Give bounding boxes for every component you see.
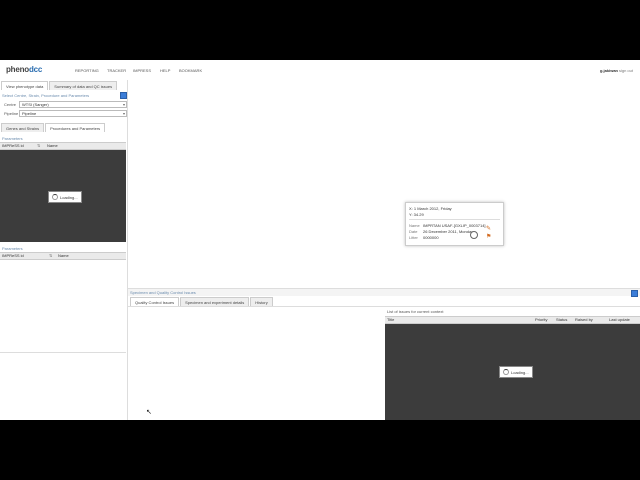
top-navigation-bar: phenodcc REPORTING TRACKER IMPRESS HELP … — [0, 60, 640, 81]
main-tabs: View phenotype data Summary of data and … — [1, 81, 118, 90]
pipeline-select[interactable]: Pipeline ▾ — [19, 110, 127, 117]
popup-x: X: 1 March 2012, Friday — [409, 206, 452, 211]
tab-quality-control-issues[interactable]: Quality Control Issues — [130, 297, 180, 306]
spinner-icon — [503, 369, 509, 375]
sort-icon[interactable]: ⇅ — [37, 143, 40, 149]
popup-litter-label: Litter — [409, 235, 418, 240]
col-impress-id-2[interactable]: IMPReSS id — [2, 253, 24, 259]
chart-area[interactable] — [128, 80, 640, 288]
sub-tabs: Genes and Strains Procedures and Paramet… — [1, 123, 106, 132]
issues-list-panel: List of issues for current context Title… — [385, 308, 640, 420]
tab-view-phenotype-data[interactable]: View phenotype data — [1, 81, 49, 90]
issues-loading-indicator: Loading... — [499, 366, 533, 378]
sort-icon[interactable]: ⇅ — [49, 253, 52, 259]
tab-genes-strains[interactable]: Genes and Strains — [1, 123, 45, 132]
centre-label: Centre — [4, 102, 17, 107]
nav-bookmark[interactable]: BOOKMARK — [179, 68, 202, 73]
parameters-label: Parameters — [2, 136, 23, 141]
app-window: phenodcc REPORTING TRACKER IMPRESS HELP … — [0, 60, 640, 420]
popup-name-value: IMPRTAN USAF-[GXLIP_0003714] — [423, 223, 486, 228]
parameters-grid-body: Loading... — [0, 150, 126, 242]
grid2-header: IMPReSS id ⇅ Name — [0, 252, 126, 260]
popup-name-label: Name — [409, 223, 420, 228]
col-impress-id[interactable]: IMPReSS id — [2, 143, 24, 149]
popup-date-label: Date — [409, 229, 418, 234]
logo-accent-text: dcc — [29, 65, 43, 74]
mouse-cursor-icon: ↖ — [146, 409, 152, 416]
username: g.jakiwan — [599, 68, 618, 73]
popup-date-value: 26 December 2011, Monday — [423, 229, 474, 234]
col-priority[interactable]: Priority — [535, 317, 547, 323]
logo-text: pheno — [6, 65, 29, 74]
left-panel: View phenotype data Summary of data and … — [0, 80, 128, 420]
parameters-grid-header: IMPReSS id ⇅ Name — [0, 142, 126, 150]
grid2-label: Parameters — [2, 246, 23, 251]
flag-icon[interactable]: ⚑ — [486, 233, 491, 240]
filter-section-label: Select Centre, Strain, Procedure and Par… — [2, 93, 90, 98]
tab-history[interactable]: History — [250, 297, 273, 306]
wrench-icon[interactable]: ✎ — [486, 225, 491, 232]
phenodcc-logo[interactable]: phenodcc — [6, 65, 42, 74]
pipeline-label: Pipeline — [4, 111, 19, 116]
issues-grid-header: Title Priority Status Raised by Last upd… — [385, 316, 640, 324]
chevron-down-icon: ▾ — [122, 111, 125, 116]
tab-summary-qc[interactable]: Summary of data and QC issues — [49, 81, 118, 90]
nav-impress[interactable]: IMPRESS — [133, 68, 151, 73]
issues-list-title: List of issues for current context — [387, 309, 444, 314]
issues-toggle-button[interactable] — [631, 290, 638, 297]
loading-spinner-icon — [470, 231, 478, 239]
issues-header-title: Specimen and Quality Control Issues — [130, 290, 196, 295]
centre-select[interactable]: WTSI (Sanger) ▾ — [19, 101, 127, 108]
tab-procedures-parameters[interactable]: Procedures and Parameters — [45, 123, 106, 132]
panel-toggle-button[interactable] — [120, 92, 127, 99]
col-title[interactable]: Title — [387, 317, 394, 323]
nav-help[interactable]: HELP — [160, 68, 170, 73]
issues-divider — [128, 306, 640, 307]
pipeline-select-value: Pipeline — [22, 111, 37, 116]
issues-grid-body: Loading... — [385, 324, 640, 420]
popup-litter-value: 0000000 — [423, 235, 439, 240]
issues-panel: Specimen and Quality Control Issues Qual… — [128, 288, 640, 420]
issues-header-bar: Specimen and Quality Control Issues — [128, 288, 640, 297]
col-status[interactable]: Status — [556, 317, 567, 323]
spinner-icon — [52, 194, 58, 200]
grid2-body — [0, 260, 126, 353]
sign-out-link[interactable]: sign out — [619, 68, 633, 73]
popup-divider — [409, 219, 500, 220]
nav-reporting[interactable]: REPORTING — [75, 68, 99, 73]
centre-select-value: WTSI (Sanger) — [22, 102, 49, 107]
col-name-2[interactable]: Name — [58, 253, 69, 259]
popup-y: Y: 34.29 — [409, 212, 424, 217]
issues-tabs: Quality Control Issues Specimen and expe… — [130, 297, 274, 306]
nav-tracker[interactable]: TRACKER — [107, 68, 126, 73]
loading-indicator: Loading... — [48, 191, 82, 203]
col-name[interactable]: Name — [47, 143, 58, 149]
col-raised-by[interactable]: Raised by — [575, 317, 593, 323]
tab-specimen-details[interactable]: Specimen and experiment details — [180, 297, 250, 306]
datapoint-popup: X: 1 March 2012, Friday Y: 34.29 Name IM… — [405, 202, 504, 246]
col-last-update[interactable]: Last update — [609, 317, 630, 323]
loading-text: Loading... — [60, 194, 78, 200]
chevron-down-icon: ▾ — [122, 102, 125, 107]
issues-loading-text: Loading... — [511, 369, 529, 375]
